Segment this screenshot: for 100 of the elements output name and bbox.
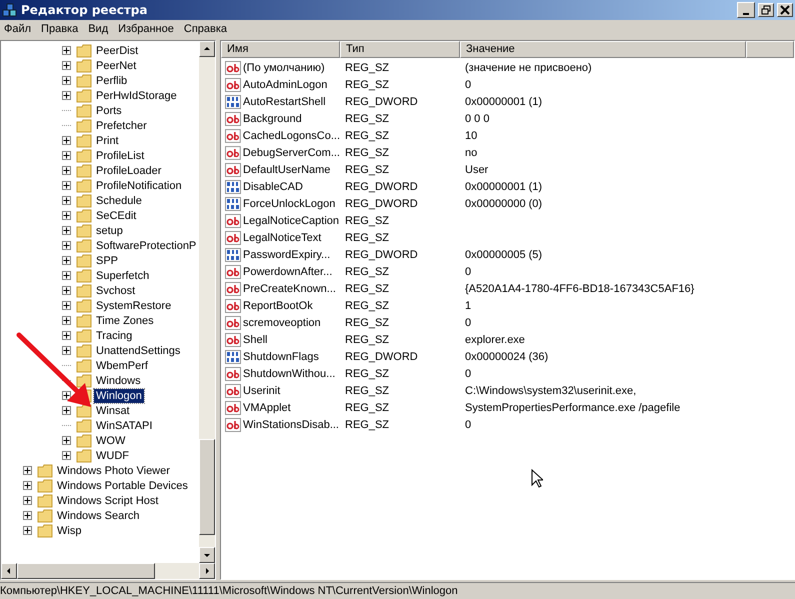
tree-item[interactable]: ProfileLoader — [94, 164, 164, 178]
tree-item[interactable]: Windows Photo Viewer — [55, 464, 172, 478]
tree-item[interactable]: SeCEdit — [94, 208, 138, 222]
expand-button[interactable] — [23, 481, 32, 490]
menu-item[interactable]: Вид — [84, 23, 114, 35]
value-name[interactable]: Shell — [243, 334, 268, 346]
tree-item[interactable]: Perflib — [94, 74, 130, 88]
menu-item[interactable]: Файл — [0, 23, 38, 35]
expand-button[interactable] — [62, 256, 71, 265]
expand-button[interactable] — [62, 346, 71, 355]
tree-item[interactable]: Wisp — [55, 524, 84, 538]
value-name[interactable]: scremoveoption — [243, 316, 321, 328]
tree-item[interactable]: WinSATAPI — [94, 418, 154, 432]
value-name[interactable]: LegalNoticeCaption — [243, 214, 340, 226]
expand-button[interactable] — [62, 331, 71, 340]
column-header[interactable]: Имя — [221, 41, 340, 58]
value-name[interactable]: AutoRestartShell — [243, 96, 326, 108]
tree-item[interactable]: Winlogon — [94, 388, 144, 402]
expand-button[interactable] — [62, 316, 71, 325]
tree-item[interactable]: PeerNet — [94, 58, 138, 72]
value-name[interactable]: ReportBootOk — [243, 300, 313, 312]
expand-button[interactable] — [23, 526, 32, 535]
tree-item[interactable]: WbemPerf — [94, 358, 150, 372]
scroll-down-button[interactable] — [199, 547, 215, 563]
expand-button[interactable] — [23, 466, 32, 475]
value-name[interactable]: ShutdownFlags — [243, 350, 319, 362]
column-header[interactable]: Тип — [340, 41, 460, 58]
tree-item[interactable]: PerHwIdStorage — [94, 88, 179, 102]
value-name[interactable]: (По умолчанию) — [243, 62, 325, 74]
tree-item[interactable]: Ports — [94, 104, 124, 118]
expand-button[interactable] — [23, 511, 32, 520]
expand-button[interactable] — [62, 91, 71, 100]
expand-button[interactable] — [62, 46, 71, 55]
value-name[interactable]: PasswordExpiry... — [243, 248, 330, 260]
scroll-left-button[interactable] — [1, 563, 17, 579]
tree-item[interactable]: Winsat — [94, 404, 132, 418]
expand-button[interactable] — [62, 451, 71, 460]
tree-item[interactable]: Tracing — [94, 328, 134, 342]
tree-item[interactable]: SPP — [94, 254, 120, 268]
expand-button[interactable] — [62, 196, 71, 205]
tree-item[interactable]: ProfileList — [94, 148, 146, 162]
tree-item[interactable]: WUDF — [94, 448, 131, 462]
value-name[interactable]: DisableCAD — [243, 180, 303, 192]
expand-button[interactable] — [62, 271, 71, 280]
expand-button[interactable] — [62, 406, 71, 415]
value-name[interactable]: WinStationsDisab... — [243, 418, 339, 430]
tree-item[interactable]: PeerDist — [94, 44, 140, 58]
expand-button[interactable] — [62, 286, 71, 295]
expand-button[interactable] — [62, 436, 71, 445]
scroll-up-button[interactable] — [199, 41, 215, 57]
menu-item[interactable]: Правка — [37, 23, 84, 35]
column-header[interactable]: Значение — [460, 41, 746, 58]
expand-button[interactable] — [62, 301, 71, 310]
tree-item[interactable]: SoftwareProtectionP — [94, 238, 198, 252]
expand-button[interactable] — [62, 391, 71, 400]
expand-button[interactable] — [62, 241, 71, 250]
expand-button[interactable] — [62, 136, 71, 145]
tree-item[interactable]: Windows Script Host — [55, 494, 160, 508]
column-header[interactable] — [746, 41, 794, 58]
value-name[interactable]: ForceUnlockLogon — [243, 198, 336, 210]
tree-item[interactable]: Svchost — [94, 284, 138, 298]
close-button[interactable] — [777, 3, 793, 17]
tree-item[interactable]: SystemRestore — [94, 298, 174, 312]
expand-button[interactable] — [23, 496, 32, 505]
tree-item[interactable]: Windows Portable Devices — [55, 478, 190, 492]
value-name[interactable]: AutoAdminLogon — [243, 78, 328, 90]
tree-item[interactable]: Windows Search — [55, 508, 142, 522]
value-name[interactable]: ShutdownWithou... — [243, 368, 336, 380]
expand-button[interactable] — [62, 166, 71, 175]
restore-button[interactable] — [758, 3, 774, 17]
expand-button[interactable] — [62, 181, 71, 190]
menu-item[interactable]: Справка — [180, 23, 234, 35]
value-name[interactable]: Userinit — [243, 384, 280, 396]
value-name[interactable]: PreCreateKnown... — [243, 282, 336, 294]
menu-item[interactable]: Избранное — [114, 23, 180, 35]
scroll-thumb[interactable] — [199, 439, 215, 535]
expand-button[interactable] — [62, 151, 71, 160]
expand-button[interactable] — [62, 226, 71, 235]
tree-item[interactable]: Windows — [94, 374, 143, 388]
scroll-thumb[interactable] — [17, 563, 155, 579]
tree-item[interactable]: Prefetcher — [94, 118, 149, 132]
value-name[interactable]: PowerdownAfter... — [243, 266, 332, 278]
value-name[interactable]: DefaultUserName — [243, 164, 330, 176]
tree-item[interactable]: WOW — [94, 434, 128, 448]
tree-item[interactable]: UnattendSettings — [94, 344, 182, 358]
expand-button[interactable] — [62, 61, 71, 70]
minimize-button[interactable] — [737, 2, 755, 18]
expand-button[interactable] — [62, 76, 71, 85]
value-name[interactable]: Background — [243, 112, 302, 124]
value-name[interactable]: DebugServerCom... — [242, 146, 340, 158]
value-name[interactable]: CachedLogonsCo... — [242, 130, 340, 142]
tree-item[interactable]: Schedule — [94, 194, 144, 208]
tree-item[interactable]: Superfetch — [94, 268, 152, 282]
tree-item[interactable]: Time Zones — [94, 314, 156, 328]
expand-button[interactable] — [62, 211, 71, 220]
value-name[interactable]: LegalNoticeText — [243, 232, 322, 244]
scroll-right-button[interactable] — [199, 563, 215, 579]
tree-item[interactable]: ProfileNotification — [94, 178, 184, 192]
value-name[interactable]: VMApplet — [243, 402, 291, 414]
tree-item[interactable]: setup — [94, 224, 125, 238]
